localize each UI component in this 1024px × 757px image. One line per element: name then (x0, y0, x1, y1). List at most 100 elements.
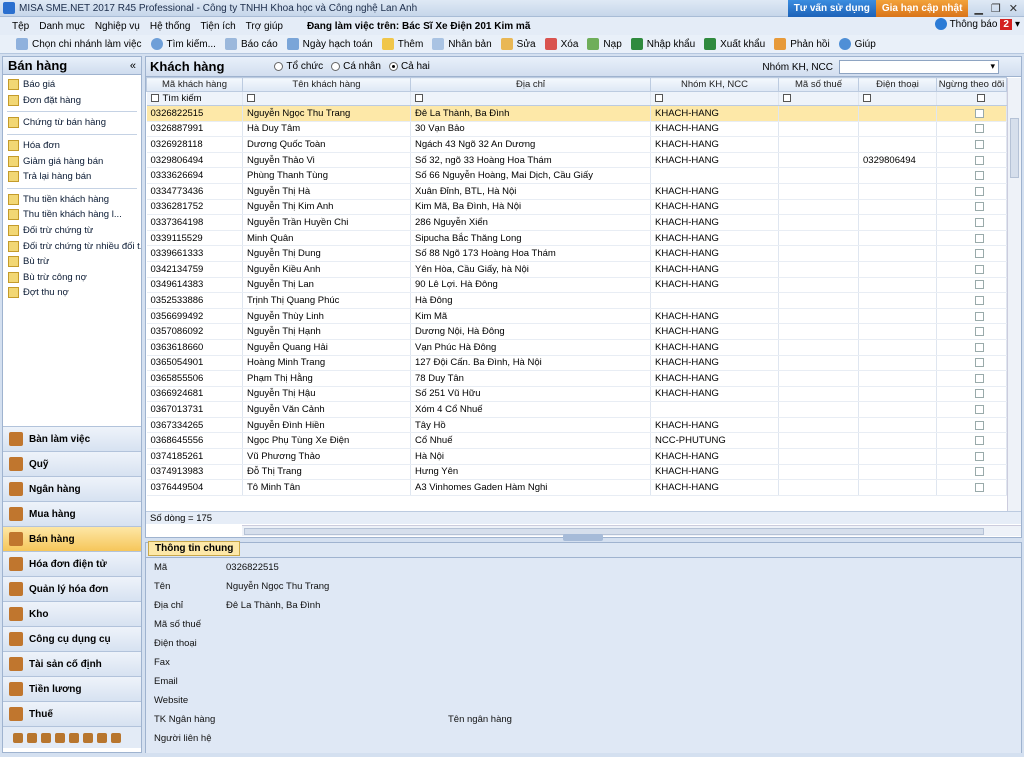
table-row[interactable]: 0342134759 Nguyễn Kiều Anh Yên Hòa, Cầu Gi… (146, 261, 1007, 278)
inactive-checkbox[interactable] (975, 373, 984, 383)
filter-icon[interactable] (783, 94, 791, 103)
filter-icon[interactable] (977, 94, 985, 103)
inactive-checkbox[interactable] (975, 436, 984, 446)
shortcut-icon[interactable] (13, 732, 23, 743)
filter-cell[interactable] (410, 91, 651, 106)
inactive-checkbox[interactable] (975, 124, 984, 134)
feedback-button[interactable]: Phản hồi (774, 38, 830, 50)
filter-cell[interactable] (778, 91, 859, 106)
table-row[interactable]: 0367013731 Nguyễn Văn Cảnh Xóm 4 Cổ Nhuế (146, 401, 1007, 418)
inactive-checkbox[interactable] (975, 420, 984, 430)
table-row[interactable]: 0336281752 Nguyễn Thị Kim Anh Kim Mã, Ba Đ… (146, 199, 1007, 216)
col-tax-code[interactable]: Mã số thuế (778, 77, 859, 92)
shortcut-icon[interactable] (111, 732, 121, 743)
inactive-checkbox[interactable] (975, 233, 984, 243)
delete-button[interactable]: Xóa (544, 38, 578, 50)
inactive-checkbox[interactable] (975, 139, 984, 149)
col-address[interactable]: Địa chỉ (410, 77, 651, 92)
shortcut-icon[interactable] (27, 732, 37, 743)
inactive-checkbox[interactable] (975, 171, 984, 181)
filter-cell[interactable] (242, 91, 411, 106)
table-row[interactable]: 0356699492 Nguyễn Thùy Linh Kim Mã KHACH-HA… (146, 308, 1007, 325)
filter-cell[interactable] (858, 91, 937, 106)
module-fixed-assets[interactable]: Tài sản cố định (3, 651, 141, 676)
shortcut-icon[interactable] (83, 732, 93, 743)
radio-organization[interactable]: Tổ chức (274, 61, 323, 72)
sidebar-item-debt-collection[interactable]: Đợt thu nợ (3, 285, 141, 301)
inactive-checkbox[interactable] (975, 202, 984, 212)
posting-date-button[interactable]: Ngày hạch toán (286, 38, 373, 50)
table-row[interactable]: 0326887991 Hà Duy Tâm 30 Vạn Bảo KHACH-HANG (146, 121, 1007, 138)
module-tools[interactable]: Công cụ dụng cụ (3, 626, 141, 651)
inactive-checkbox[interactable] (975, 405, 984, 415)
sidebar-item-quote[interactable]: Báo giá (3, 77, 141, 93)
inactive-checkbox[interactable] (975, 483, 984, 493)
search-button[interactable]: Tìm kiếm... (150, 38, 216, 50)
chevron-down-icon[interactable]: ▾ (1015, 19, 1020, 30)
module-warehouse[interactable]: Kho (3, 601, 141, 626)
help-button[interactable]: Giúp (838, 38, 876, 50)
inactive-checkbox[interactable] (975, 295, 984, 305)
shortcut-icon[interactable] (69, 732, 79, 743)
table-row[interactable]: 0374185261 Vũ Phương Thảo Hà Nội KHACH-HANG (146, 448, 1007, 465)
choose-branch-button[interactable]: Chọn chi nhánh làm việc (16, 38, 142, 50)
table-row[interactable]: 0366924681 Nguyễn Thị Hậu Số 251 Vũ Hữu KHA… (146, 386, 1007, 403)
sidebar-item-sales-discount[interactable]: Giảm giá hàng bán (3, 153, 141, 169)
module-cash[interactable]: Quỹ (3, 451, 141, 476)
filter-cell[interactable]: Tìm kiếm (146, 91, 243, 106)
horizontal-scrollbar[interactable] (242, 525, 1021, 536)
col-group[interactable]: Nhóm KH, NCC (650, 77, 779, 92)
table-row[interactable]: 0339115529 Minh Quân Sipucha Bắc Thăng Lon… (146, 230, 1007, 247)
sidebar-item-customer-receipt[interactable]: Thu tiền khách hàng (3, 192, 141, 208)
collapse-sidebar-icon[interactable]: « (130, 60, 136, 72)
vertical-scrollbar[interactable] (1007, 78, 1021, 523)
sidebar-item-offset-multi[interactable]: Đối trừ chứng từ nhiều đối t... (3, 238, 141, 254)
module-payroll[interactable]: Tiền lương (3, 676, 141, 701)
filter-icon[interactable] (863, 94, 871, 103)
module-sales[interactable]: Bán hàng (3, 526, 141, 551)
filter-cell[interactable] (650, 91, 779, 106)
sidebar-item-sales-voucher[interactable]: Chứng từ bán hàng (3, 115, 141, 131)
sidebar-item-invoice[interactable]: Hóa đơn (3, 138, 141, 154)
table-row[interactable]: 0326928118 Dương Quốc Toàn Ngách 43 Ngõ 32… (146, 136, 1007, 153)
inactive-checkbox[interactable] (975, 155, 984, 165)
table-row[interactable]: 0337364198 Nguyễn Trần Huyền Chi 286 Nguyễ… (146, 214, 1007, 231)
restore-icon[interactable]: ❐ (991, 2, 1001, 15)
menu-utilities[interactable]: Tiện ích (200, 21, 235, 32)
notification-area[interactable]: Thông báo 2 ▾ (934, 18, 1020, 30)
shortcut-icon[interactable] (41, 732, 51, 743)
module-tax[interactable]: Thuế (3, 701, 141, 726)
extend-update-button[interactable]: Gia hạn cập nhật (875, 0, 969, 17)
table-row[interactable]: 0367334265 Nguyễn Đình Hiền Tây Hồ KHACH-HA… (146, 417, 1007, 434)
add-button[interactable]: Thêm (381, 38, 423, 50)
sidebar-item-netting[interactable]: Bù trừ (3, 254, 141, 270)
table-row[interactable]: 0374913983 Đỗ Thị Trang Hưng Yên KHACH-HANG (146, 464, 1007, 481)
col-customer-name[interactable]: Tên khách hàng (242, 77, 411, 92)
table-row[interactable]: 0339661333 Nguyễn Thị Dung Số 88 Ngõ 173 H… (146, 245, 1007, 262)
shortcut-icon[interactable] (55, 732, 65, 743)
reload-button[interactable]: Nạp (587, 38, 622, 50)
table-row[interactable]: 0365054901 Hoàng Minh Trang 127 Đội Cấn. B… (146, 355, 1007, 372)
inactive-checkbox[interactable] (975, 327, 984, 337)
inactive-checkbox[interactable] (975, 389, 984, 399)
filter-icon[interactable] (415, 94, 423, 103)
col-phone[interactable]: Điện thoại (858, 77, 937, 92)
scroll-thumb[interactable] (244, 528, 984, 535)
menu-file[interactable]: Tệp (12, 21, 29, 32)
inactive-checkbox[interactable] (975, 249, 984, 259)
close-icon[interactable]: ✕ (1009, 2, 1018, 15)
sidebar-item-debt-netting[interactable]: Bù trừ công nợ (3, 270, 141, 286)
module-e-invoice[interactable]: Hóa đơn điện tử (3, 551, 141, 576)
module-desktop[interactable]: Bàn làm việc (3, 426, 141, 451)
duplicate-button[interactable]: Nhân bản (432, 38, 492, 50)
table-row[interactable]: 0352533886 Trịnh Thị Quang Phúc Hà Đông (146, 292, 1007, 309)
inactive-checkbox[interactable] (975, 358, 984, 368)
table-row[interactable]: 0329806494 Nguyễn Thảo Vi Số 32, ngõ 33 Ho… (146, 152, 1007, 169)
inactive-checkbox[interactable] (975, 467, 984, 477)
table-row[interactable]: 0326822515 Nguyễn Ngọc Thu Trang Đê La Thà… (146, 105, 1007, 122)
inactive-checkbox[interactable] (975, 217, 984, 227)
edit-button[interactable]: Sửa (500, 38, 536, 50)
module-invoice-management[interactable]: Quản lý hóa đơn (3, 576, 141, 601)
table-row[interactable]: 0365855506 Phạm Thị Hằng 78 Duy Tân KHACH-H… (146, 370, 1007, 387)
menu-system[interactable]: Hệ thống (150, 21, 191, 32)
